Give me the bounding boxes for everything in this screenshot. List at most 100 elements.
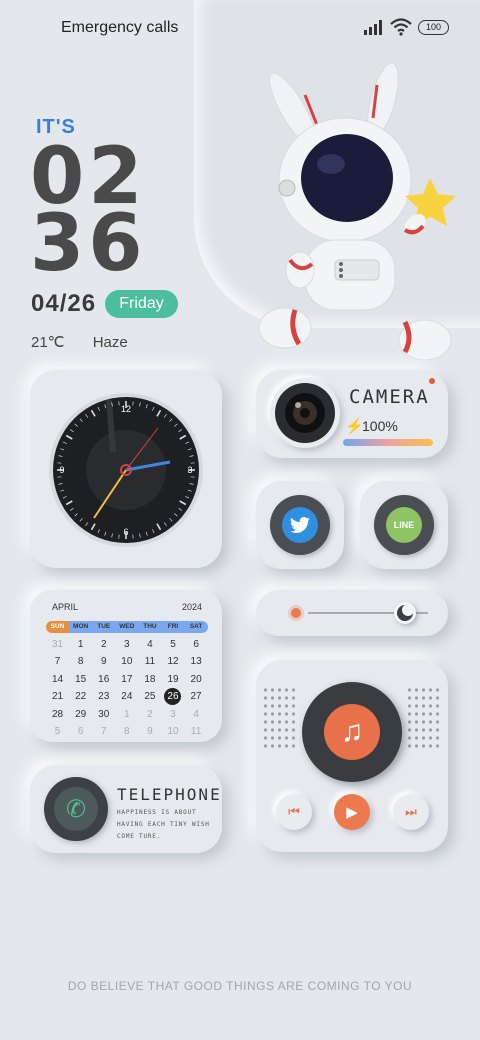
camera-widget[interactable]: CAMERA ⚡ 100% — [256, 370, 448, 458]
calendar-day[interactable]: 7 — [92, 726, 115, 737]
weekday-label: SAT — [184, 620, 208, 633]
calendar-day[interactable]: 22 — [69, 691, 92, 702]
speaker-grille-right — [406, 686, 442, 750]
calendar-day[interactable]: 28 — [46, 709, 69, 720]
line-button[interactable]: LINE — [374, 495, 434, 555]
previous-icon: ⏮ — [288, 804, 300, 819]
telephone-button[interactable]: ✆ — [44, 777, 108, 841]
calendar-day[interactable]: 27 — [184, 691, 207, 702]
line-label: LINE — [393, 520, 415, 530]
phone-icon: ✆ — [54, 787, 98, 831]
calendar-day[interactable]: 4 — [185, 709, 208, 720]
wifi-icon — [390, 18, 412, 36]
calendar-day[interactable]: 17 — [115, 674, 138, 685]
calendar-day[interactable]: 8 — [69, 656, 92, 667]
slider-knob-moon-icon[interactable] — [394, 602, 416, 624]
twitter-bird-icon — [282, 507, 318, 543]
calendar-day[interactable]: 8 — [115, 726, 138, 737]
calendar-day[interactable]: 12 — [161, 656, 184, 667]
calendar-day[interactable]: 11 — [185, 726, 208, 737]
next-icon: ⏭ — [405, 804, 417, 819]
calendar-day[interactable]: 20 — [185, 674, 208, 685]
previous-button[interactable]: ⏮ — [276, 794, 312, 830]
twitter-button[interactable] — [270, 495, 330, 555]
calendar-day[interactable]: 26 — [164, 688, 182, 706]
date-label: 04/26 — [31, 290, 97, 317]
calendar-day[interactable]: 15 — [69, 674, 92, 685]
weekday-label: MON — [69, 620, 93, 633]
telephone-subtitle: HAPPINESS IS ABOUT HAVING EACH TINY WISH… — [117, 809, 210, 840]
play-button[interactable]: ▶ — [334, 794, 370, 830]
calendar-day[interactable]: 4 — [138, 639, 161, 650]
calendar-week-row: 31 1 2 3 4 5 6 — [46, 636, 208, 654]
calendar-day[interactable]: 13 — [185, 656, 208, 667]
camera-title: CAMERA — [349, 386, 430, 408]
calendar-day[interactable]: 18 — [138, 674, 161, 685]
calendar-day[interactable]: 10 — [161, 726, 184, 737]
calendar-day[interactable]: 7 — [46, 656, 69, 667]
calendar-day[interactable]: 11 — [138, 656, 161, 667]
calendar-week-row: 5 6 7 8 9 10 11 — [46, 723, 208, 741]
speaker-grille-left — [262, 686, 298, 750]
temperature: 21℃ — [31, 334, 65, 351]
calendar-day[interactable]: 21 — [46, 691, 69, 702]
analog-clock-widget[interactable]: 12 3 6 9 — [30, 370, 222, 568]
clock-number-12: 12 — [121, 404, 131, 414]
calendar-day[interactable]: 30 — [92, 709, 115, 720]
calendar-day[interactable]: 31 — [46, 639, 69, 650]
telephone-widget[interactable]: ✆ TELEPHONE HAPPINESS IS ABOUT HAVING EA… — [30, 765, 222, 853]
calendar-day[interactable]: 1 — [69, 639, 92, 650]
music-disc[interactable]: ♫ — [302, 682, 402, 782]
calendar-day[interactable]: 3 — [161, 709, 184, 720]
twitter-widget[interactable] — [256, 481, 344, 569]
lightning-icon: ⚡ — [345, 418, 364, 435]
calendar-widget[interactable]: APRIL 2024 SUN MON TUE WED THU FRI SAT 3… — [30, 590, 222, 742]
brightness-slider[interactable] — [256, 590, 448, 636]
analog-clock-face: 12 3 6 9 — [49, 393, 203, 547]
calendar-week-row: 7 8 9 10 11 12 13 — [46, 653, 208, 671]
clock-number-3: 3 — [187, 465, 192, 475]
calendar-week-row: 28 29 30 1 2 3 4 — [46, 706, 208, 724]
calendar-grid: SUN MON TUE WED THU FRI SAT 31 1 2 3 4 5 6 7 8 9 1… — [46, 618, 208, 741]
calendar-day[interactable]: 9 — [92, 656, 115, 667]
calendar-day[interactable]: 9 — [138, 726, 161, 737]
weekday-label: SUN — [46, 620, 70, 633]
calendar-day[interactable]: 10 — [115, 656, 138, 667]
sun-icon — [291, 608, 301, 618]
calendar-day[interactable]: 14 — [46, 674, 69, 685]
calendar-day[interactable]: 2 — [92, 639, 115, 650]
battery-indicator: 100 — [418, 20, 449, 35]
music-note-icon: ♫ — [324, 704, 380, 760]
calendar-week-row: 14 15 16 17 18 19 20 — [46, 671, 208, 689]
camera-indicator-dot — [429, 378, 435, 384]
calendar-day[interactable]: 6 — [185, 639, 208, 650]
calendar-day[interactable]: 25 — [138, 691, 161, 702]
line-logo-icon: LINE — [386, 507, 422, 543]
carrier-text: Emergency calls o — [61, 19, 183, 36]
calendar-day[interactable]: 5 — [46, 726, 69, 737]
telephone-title: TELEPHONE — [117, 785, 222, 804]
calendar-day[interactable]: 29 — [69, 709, 92, 720]
calendar-day[interactable]: 24 — [115, 691, 138, 702]
weekday-label: TUE — [92, 620, 116, 633]
weekday-header-row: SUN MON TUE WED THU FRI SAT — [46, 618, 208, 636]
calendar-day[interactable]: 2 — [138, 709, 161, 720]
calendar-day[interactable]: 6 — [69, 726, 92, 737]
calendar-day[interactable]: 5 — [161, 639, 184, 650]
music-player-widget[interactable]: ♫ ⏮ ▶ ⏭ — [256, 660, 448, 852]
weather-info: 21℃ Haze — [31, 333, 142, 351]
weekday-label: THU — [138, 620, 162, 633]
calendar-header: APRIL 2024 — [52, 602, 202, 612]
line-widget[interactable]: LINE — [360, 481, 448, 569]
calendar-day[interactable]: 3 — [115, 639, 138, 650]
calendar-day[interactable]: 16 — [92, 674, 115, 685]
clock-number-9: 9 — [59, 465, 64, 475]
motto-text: DO BELIEVE THAT GOOD THINGS ARE COMING T… — [67, 979, 413, 993]
next-button[interactable]: ⏭ — [393, 794, 429, 830]
weekday-label: WED — [115, 620, 139, 633]
calendar-day[interactable]: 23 — [92, 691, 115, 702]
calendar-day[interactable]: 1 — [115, 709, 138, 720]
signal-icon — [364, 20, 382, 35]
clock-number-6: 6 — [123, 527, 128, 537]
calendar-day[interactable]: 19 — [161, 674, 184, 685]
